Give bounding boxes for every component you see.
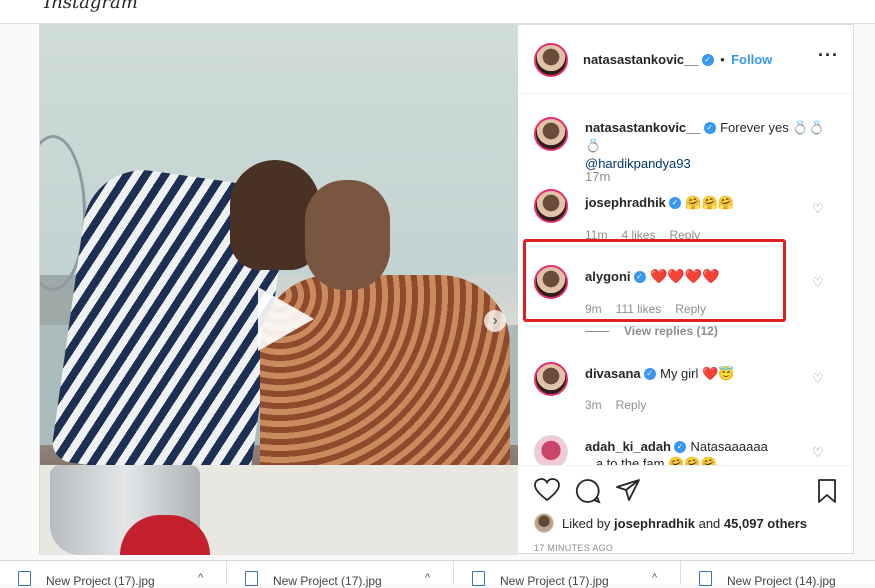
image-file-icon <box>245 571 258 586</box>
comment-like-heart-icon[interactable]: ♡ <box>812 202 824 215</box>
likes-and: and <box>698 516 721 531</box>
likes-line: Liked by josephradhik and 45,097 others <box>562 516 807 531</box>
like-heart-icon[interactable] <box>534 478 560 502</box>
likes-prefix: Liked by <box>562 516 611 531</box>
verified-icon: ✓ <box>674 440 686 453</box>
post-actions: Liked by josephradhik and 45,097 others … <box>518 465 853 556</box>
comment-avatar-divasana[interactable] <box>534 362 568 396</box>
comment-meta: 3m Reply <box>585 398 660 412</box>
comment-divasana: divasana ✓ My girl ❤️😇 <box>585 365 734 383</box>
author-username[interactable]: natasastankovic__ <box>583 52 699 67</box>
comment-like-heart-icon[interactable]: ♡ <box>812 372 824 385</box>
caption-time[interactable]: 17m <box>585 169 610 184</box>
post-video[interactable]: › <box>40 25 518 555</box>
verified-icon: ✓ <box>643 367 656 380</box>
verified-icon: ✓ <box>668 196 681 209</box>
comment-adah-clip: adah_ki_adah ✓ Natasaaaaaa ...a to the fa… <box>518 425 853 465</box>
comment-username[interactable]: divasana <box>585 366 641 381</box>
comment-time[interactable]: 9m <box>585 302 602 316</box>
chevron-up-icon[interactable]: ^ <box>652 572 657 584</box>
download-item[interactable]: New Project (17).jpg ^ <box>454 561 681 588</box>
instagram-logo[interactable]: Instagram <box>44 0 138 13</box>
download-item[interactable]: New Project (17).jpg ^ <box>0 561 227 588</box>
ellipsis-icon[interactable]: ··· <box>818 45 839 66</box>
image-file-icon <box>18 571 31 586</box>
video-man-head <box>305 180 390 290</box>
liker-username[interactable]: josephradhik <box>614 516 695 531</box>
image-file-icon <box>472 571 485 586</box>
comment-alygoni: alygoni ✓ ❤️❤️❤️❤️ <box>585 268 720 286</box>
post-card: › natasastankovic__ ✓ • Follow ··· natasa… <box>39 24 854 555</box>
separator-dot: • <box>720 52 725 67</box>
chevron-up-icon[interactable]: ^ <box>425 572 430 584</box>
bookmark-icon[interactable] <box>817 478 837 504</box>
comment-josephradhik: josephradhik ✓ 🤗🤗🤗 <box>585 194 734 212</box>
reply-button[interactable]: Reply <box>616 398 647 412</box>
comment-text: Natasaaaaaa <box>690 439 768 454</box>
play-icon[interactable] <box>258 287 314 351</box>
image-file-icon <box>699 571 712 586</box>
comment-meta: 9m 111 likes Reply <box>585 302 720 316</box>
download-item[interactable]: New Project (14).jpg <box>681 561 875 588</box>
comment-text: My girl ❤️😇 <box>660 366 735 381</box>
caption: natasastankovic__ ✓ Forever yes 💍💍💍 @hard… <box>585 119 825 173</box>
comment-avatar-josephradhik[interactable] <box>534 189 568 223</box>
comment-like-heart-icon[interactable]: ♡ <box>812 276 824 289</box>
comment-like-heart-icon[interactable]: ♡ <box>812 446 824 459</box>
post-timestamp[interactable]: 17 MINUTES AGO <box>534 543 613 553</box>
reply-button[interactable]: Reply <box>675 302 706 316</box>
top-bar: Instagram <box>0 0 875 24</box>
comment-avatar-alygoni[interactable] <box>534 265 568 299</box>
view-replies-button[interactable]: View replies (12) <box>624 324 718 338</box>
comment-bubble-icon[interactable] <box>575 478 601 504</box>
comment-text: ❤️❤️❤️❤️ <box>649 268 720 284</box>
comment-username[interactable]: adah_ki_adah <box>585 439 671 454</box>
likes-count[interactable]: 45,097 others <box>724 516 807 531</box>
download-item[interactable]: New Project (17).jpg ^ <box>227 561 454 588</box>
next-arrow-icon[interactable]: › <box>484 310 506 332</box>
comment-time[interactable]: 3m <box>585 398 602 412</box>
downloads-bar: New Project (17).jpg ^ New Project (17).… <box>0 560 875 588</box>
chevron-up-icon[interactable]: ^ <box>198 572 203 584</box>
comment-username[interactable]: alygoni <box>585 269 631 284</box>
post-header: natasastankovic__ ✓ • Follow ··· <box>518 25 853 94</box>
download-label: New Project (17).jpg <box>500 574 609 588</box>
comment-adah: adah_ki_adah ✓ Natasaaaaaa <box>585 438 768 456</box>
liker-avatar[interactable] <box>534 513 554 533</box>
follow-button[interactable]: Follow <box>731 52 772 67</box>
share-plane-icon[interactable] <box>615 478 641 502</box>
comment-subtext: ...a to the fam 🤗🤗🤗 <box>585 456 717 465</box>
verified-icon: ✓ <box>701 53 714 66</box>
author-avatar[interactable] <box>534 43 568 77</box>
comment-likes[interactable]: 111 likes <box>616 302 662 316</box>
comment-username[interactable]: josephradhik <box>585 195 666 210</box>
download-label: New Project (14).jpg <box>727 574 836 588</box>
verified-icon: ✓ <box>703 121 716 134</box>
comment-text: 🤗🤗🤗 <box>685 195 734 210</box>
verified-icon: ✓ <box>633 270 646 283</box>
caption-username[interactable]: natasastankovic__ <box>585 120 701 135</box>
download-label: New Project (17).jpg <box>273 574 382 588</box>
comment-avatar-adah[interactable] <box>534 435 568 465</box>
caption-avatar[interactable] <box>534 117 568 151</box>
replies-line <box>585 331 609 332</box>
post-sidebar: natasastankovic__ ✓ • Follow ··· natasast… <box>518 25 853 553</box>
download-label: New Project (17).jpg <box>46 574 155 588</box>
